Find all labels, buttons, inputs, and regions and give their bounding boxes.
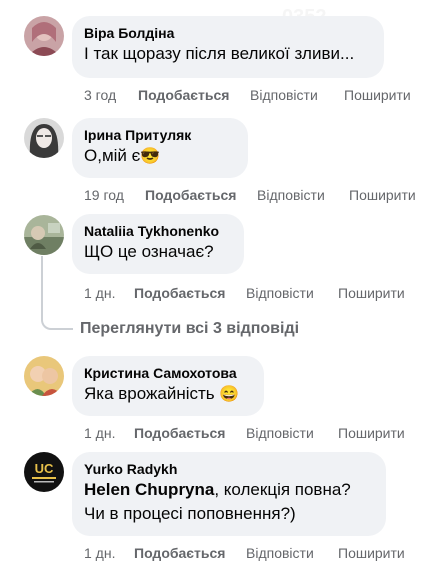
share-button[interactable]: Поширити <box>338 545 405 561</box>
comment-bubble: Кристина Самохотова Яка врожайність 😄 <box>72 356 264 416</box>
comment-text: , колекція повна? <box>214 480 351 499</box>
share-button[interactable]: Поширити <box>338 285 405 301</box>
comment-actions: 1 дн. Подобається Відповісти Поширити <box>84 285 405 301</box>
comment-author[interactable]: Ірина Притуляк <box>84 126 236 144</box>
view-replies-link[interactable]: Переглянути всі 3 відповіді <box>80 320 299 338</box>
comment-time[interactable]: 1 дн. <box>84 425 134 441</box>
reply-button[interactable]: Відповісти <box>246 285 338 301</box>
thread-connector <box>41 256 73 330</box>
comment-actions: 19 год Подобається Відповісти Поширити <box>84 187 416 203</box>
reply-button[interactable]: Відповісти <box>246 545 338 561</box>
user-avatar-icon <box>24 118 64 158</box>
reply-button[interactable]: Відповісти <box>250 87 344 103</box>
user-avatar-icon <box>24 356 64 396</box>
sunglasses-emoji-icon: 😎 <box>140 148 161 165</box>
mention-link[interactable]: Helen Chupryna <box>84 480 214 499</box>
comment-time[interactable]: 3 год <box>84 87 138 103</box>
like-button[interactable]: Подобається <box>134 545 246 561</box>
comment-actions: 3 год Подобається Відповісти Поширити <box>84 87 411 103</box>
comment-author[interactable]: Nataliia Tykhonenko <box>84 222 232 240</box>
comment-text: Чи в процесі поповнення?) <box>84 504 296 523</box>
svg-text:UC: UC <box>35 461 54 476</box>
like-button[interactable]: Подобається <box>145 187 257 203</box>
comment-text-row: О,мій є😎 <box>84 144 236 169</box>
user-avatar-icon <box>24 215 64 255</box>
user-avatar-icon: UC <box>24 452 64 492</box>
comment-text: ЩО це означає? <box>84 242 214 261</box>
share-button[interactable]: Поширити <box>344 87 411 103</box>
avatar[interactable] <box>24 356 64 396</box>
like-button[interactable]: Подобається <box>134 285 246 301</box>
comment-author[interactable]: Віра Болдіна <box>84 24 372 42</box>
comment-text: Яка врожайність <box>84 384 215 403</box>
avatar[interactable] <box>24 118 64 158</box>
share-button[interactable]: Поширити <box>338 425 405 441</box>
share-button[interactable]: Поширити <box>349 187 416 203</box>
comment-bubble: Ірина Притуляк О,мій є😎 <box>72 118 248 178</box>
user-avatar-icon <box>24 16 64 56</box>
comment-text: І так щоразу після великої зливи... <box>84 44 355 63</box>
avatar[interactable] <box>24 215 64 255</box>
comment-actions: 1 дн. Подобається Відповісти Поширити <box>84 545 405 561</box>
comment-author[interactable]: Yurko Radykh <box>84 460 374 478</box>
comment-time[interactable]: 19 год <box>84 187 145 203</box>
comment-text: О,мій є <box>84 146 141 165</box>
comment-bubble: Yurko Radykh Helen Chupryna, колекція по… <box>72 452 386 536</box>
comment-text-row: Helen Chupryna, колекція повна? <box>84 478 374 502</box>
reply-button[interactable]: Відповісти <box>257 187 349 203</box>
like-button[interactable]: Подобається <box>138 87 250 103</box>
like-button[interactable]: Подобається <box>134 425 246 441</box>
comment-text-row: Яка врожайність 😄 <box>84 382 252 407</box>
reply-button[interactable]: Відповісти <box>246 425 338 441</box>
comment-author[interactable]: Кристина Самохотова <box>84 364 252 382</box>
avatar[interactable] <box>24 16 64 56</box>
comment-actions: 1 дн. Подобається Відповісти Поширити <box>84 425 405 441</box>
comment-time[interactable]: 1 дн. <box>84 545 134 561</box>
comment-bubble: Віра Болдіна І так щоразу після великої … <box>72 16 384 78</box>
comment-bubble: Nataliia Tykhonenko ЩО це означає? <box>72 214 244 274</box>
grinning-emoji-icon: 😄 <box>219 386 240 403</box>
avatar[interactable]: UC <box>24 452 64 492</box>
comment-time[interactable]: 1 дн. <box>84 285 134 301</box>
